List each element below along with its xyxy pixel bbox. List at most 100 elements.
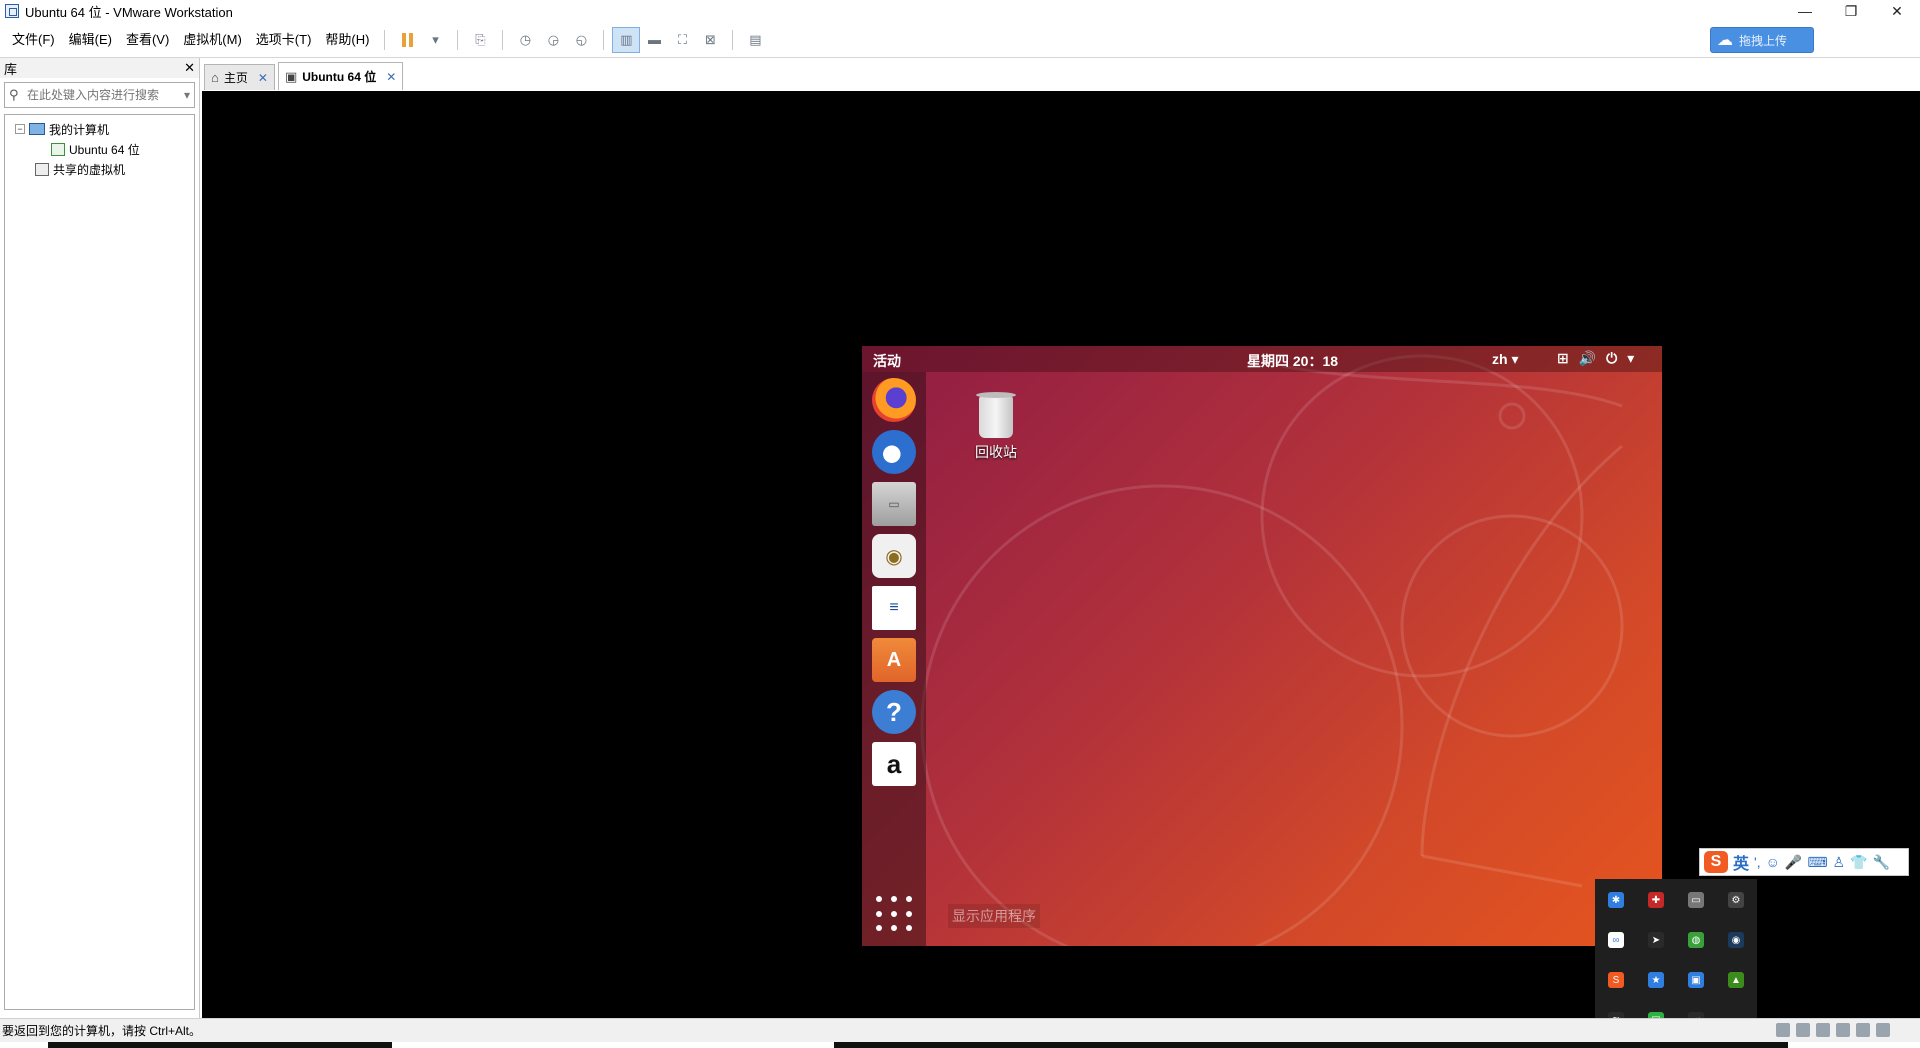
activities-button[interactable]: 活动 xyxy=(873,351,901,371)
menu-edit[interactable]: 编辑(E) xyxy=(62,22,119,58)
amazon-icon[interactable]: a xyxy=(872,742,916,786)
library-search: ⚲ ▾ xyxy=(4,82,195,108)
pause-button[interactable] xyxy=(393,27,421,53)
network-adapter-icon[interactable] xyxy=(1816,1023,1830,1037)
thumbnail-bar-icon[interactable]: ▬ xyxy=(640,27,668,53)
title-bar: Ubuntu 64 位 - VMware Workstation — ❐ ✕ xyxy=(0,0,1920,22)
menu-bar: 文件(F) 编辑(E) 查看(V) 虚拟机(M) 选项卡(T) 帮助(H) ▾ … xyxy=(0,22,1920,58)
message-log-icon[interactable] xyxy=(1876,1023,1890,1037)
nvidia-icon[interactable]: ▲ xyxy=(1716,960,1756,1000)
tree-item-ubuntu-vm[interactable]: Ubuntu 64 位 xyxy=(7,139,192,159)
sogou-logo-icon[interactable]: S xyxy=(1704,851,1728,873)
files-icon[interactable]: ▭ xyxy=(872,482,916,526)
snapshot-manager-icon[interactable]: ◵ xyxy=(567,27,595,53)
settings-user-icon[interactable]: ⚙ xyxy=(1716,880,1756,920)
trash-icon xyxy=(976,392,1016,438)
chevron-down-icon: ▾ xyxy=(1627,350,1635,366)
menu-tabs[interactable]: 选项卡(T) xyxy=(249,22,319,58)
tree-label-ubuntu-vm: Ubuntu 64 位 xyxy=(69,142,140,157)
security-icon[interactable]: ✚ xyxy=(1636,880,1676,920)
tab-home-label: 主页 xyxy=(223,71,248,85)
send-ctrl-alt-del-icon[interactable]: ⎘ xyxy=(466,27,494,53)
baidu-netdisk-icon[interactable]: ∞ xyxy=(1596,920,1636,960)
trash-label: 回收站 xyxy=(975,444,1017,460)
thunderbird-icon[interactable] xyxy=(872,430,916,474)
power-icon: ⏻ xyxy=(1606,350,1618,366)
restore-button[interactable]: ❐ xyxy=(1828,0,1874,22)
toolbar-separator xyxy=(384,29,386,50)
cdrom-icon[interactable] xyxy=(1796,1023,1810,1037)
wechat-icon[interactable]: ◍ xyxy=(1676,920,1716,960)
rhythmbox-icon[interactable]: ◉ xyxy=(872,534,916,578)
collapse-icon[interactable]: − xyxy=(15,124,25,134)
library-tree: − 我的计算机 Ubuntu 64 位 共享的虚拟机 xyxy=(4,114,195,1010)
toolbar-separator xyxy=(457,29,459,50)
skin-icon[interactable]: 👕 xyxy=(1850,854,1867,871)
tree-item-shared-vms[interactable]: 共享的虚拟机 xyxy=(7,159,192,179)
search-dropdown-icon[interactable]: ▾ xyxy=(184,88,190,102)
menu-file[interactable]: 文件(F) xyxy=(5,22,62,58)
toolbar-separator xyxy=(603,29,605,50)
library-close-icon[interactable]: ✕ xyxy=(184,60,195,76)
menu-vm[interactable]: 虚拟机(M) xyxy=(176,22,249,58)
gnome-top-bar: 活动 星期四 20：18 zh ▾ ⊞ 🔊 ⏻ ▾ xyxy=(862,346,1662,372)
tab-ubuntu-label: Ubuntu 64 位 xyxy=(302,70,377,84)
tree-item-my-computer[interactable]: − 我的计算机 xyxy=(7,119,192,139)
input-language-indicator[interactable]: zh ▾ xyxy=(1492,351,1518,368)
clock[interactable]: 星期四 20：18 xyxy=(1247,351,1338,371)
firefox-icon[interactable] xyxy=(872,378,916,422)
hard-disk-icon[interactable] xyxy=(1776,1023,1790,1037)
usb-icon[interactable] xyxy=(1836,1023,1850,1037)
tab-strip: ⌂ 主页 ✕ ▣ Ubuntu 64 位 ✕ xyxy=(204,62,406,90)
bluetooth-icon[interactable]: ✱ xyxy=(1596,880,1636,920)
close-button[interactable]: ✕ xyxy=(1874,0,1920,22)
show-library-icon[interactable]: ▥ xyxy=(612,26,641,53)
fullscreen-icon[interactable]: ⛶ xyxy=(668,27,696,53)
wrench-icon[interactable]: 🔧 xyxy=(1873,854,1890,871)
sogou-tray-icon[interactable]: S xyxy=(1596,960,1636,1000)
star-app-icon[interactable]: ★ xyxy=(1636,960,1676,1000)
emoji-icon[interactable]: ☺ xyxy=(1766,854,1780,870)
menu-help[interactable]: 帮助(H) xyxy=(318,22,376,58)
cloud-icon: ☁ xyxy=(1717,32,1733,49)
microphone-icon[interactable]: 🎤 xyxy=(1785,854,1802,871)
library-panel: 库 ✕ ⚲ ▾ − 我的计算机 Ubuntu 64 位 共享的虚拟机 xyxy=(0,58,200,1018)
tab-ubuntu-close-icon[interactable]: ✕ xyxy=(386,70,396,84)
help-icon[interactable]: ? xyxy=(872,690,916,734)
keyboard-icon[interactable]: ⌨ xyxy=(1807,854,1827,871)
menu-view[interactable]: 查看(V) xyxy=(119,22,176,58)
console-view-icon[interactable]: ▤ xyxy=(741,27,769,53)
user-icon[interactable]: ♙ xyxy=(1833,854,1846,871)
punctuation-toggle[interactable]: ', xyxy=(1754,854,1761,870)
tab-home[interactable]: ⌂ 主页 ✕ xyxy=(204,64,275,90)
status-bar: 要返回到您的计算机，请按 Ctrl+Alt。 xyxy=(0,1018,1920,1042)
vmware-icon xyxy=(5,4,19,18)
snapshot-icon[interactable]: ◷ xyxy=(511,27,539,53)
taskbar-edge xyxy=(0,1042,1920,1048)
tab-ubuntu[interactable]: ▣ Ubuntu 64 位 ✕ xyxy=(277,62,404,90)
tab-home-close-icon[interactable]: ✕ xyxy=(258,71,268,85)
unity-icon[interactable]: ⊠ xyxy=(696,27,724,53)
library-search-input[interactable] xyxy=(27,88,184,102)
minimize-button[interactable]: — xyxy=(1782,0,1828,22)
trash-desktop-item[interactable]: 回收站 xyxy=(972,392,1020,462)
home-icon: ⌂ xyxy=(211,70,219,85)
drag-upload-button[interactable]: ☁ 拖拽上传 xyxy=(1710,27,1814,53)
system-menu[interactable]: ⊞ 🔊 ⏻ ▾ xyxy=(1557,350,1634,367)
pause-icon xyxy=(401,32,413,47)
ubuntu-desktop[interactable]: 活动 星期四 20：18 zh ▾ ⊞ 🔊 ⏻ ▾ ▭ ◉ ≡ A ? a 显示… xyxy=(862,346,1662,946)
library-title: 库 xyxy=(4,61,18,77)
ime-mode-toggle[interactable]: 英 xyxy=(1733,850,1749,874)
display-icon[interactable]: ▣ xyxy=(1676,960,1716,1000)
telegram-icon[interactable]: ➤ xyxy=(1636,920,1676,960)
revert-snapshot-icon[interactable]: ◶ xyxy=(539,27,567,53)
ubuntu-software-icon[interactable]: A xyxy=(872,638,916,682)
vm-icon xyxy=(51,142,65,156)
sound-card-icon[interactable] xyxy=(1856,1023,1870,1037)
ubuntu-dock: ▭ ◉ ≡ A ? a xyxy=(862,372,926,946)
steam-icon[interactable]: ◉ xyxy=(1716,920,1756,960)
show-applications-icon[interactable] xyxy=(876,896,912,932)
drive-icon[interactable]: ▭ xyxy=(1676,880,1716,920)
pause-dropdown-icon[interactable]: ▾ xyxy=(421,27,449,53)
libreoffice-writer-icon[interactable]: ≡ xyxy=(872,586,916,630)
